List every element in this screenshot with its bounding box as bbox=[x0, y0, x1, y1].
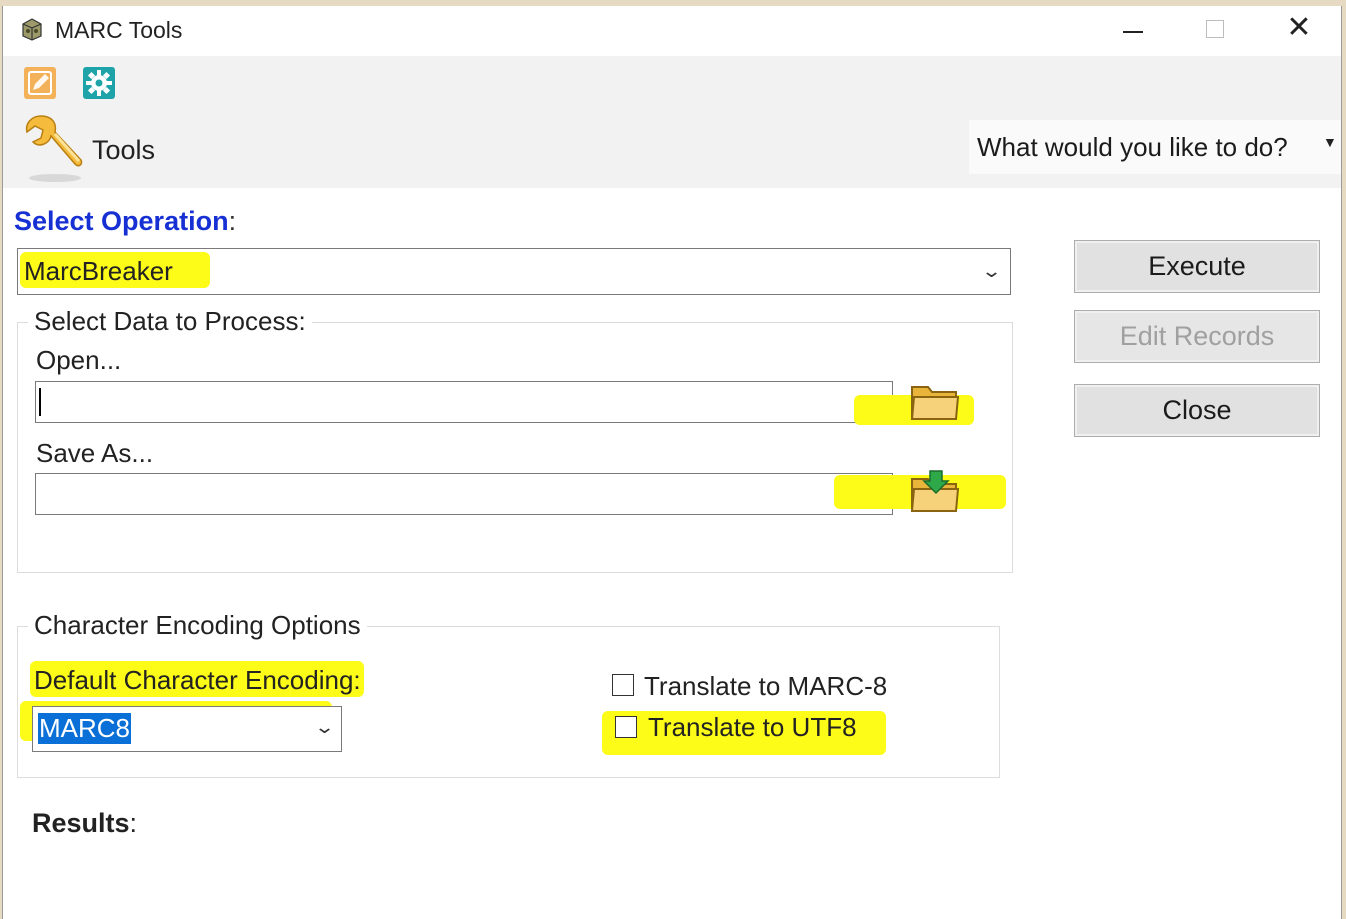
save-as-label: Save As... bbox=[36, 438, 154, 468]
save-as-input[interactable] bbox=[35, 473, 893, 515]
minimize-button[interactable] bbox=[1103, 6, 1163, 52]
close-icon: ✕ bbox=[1286, 11, 1312, 44]
ribbon: Tools What would you like to do? ▼ bbox=[3, 56, 1341, 188]
window-title: MARC Tools bbox=[55, 17, 183, 43]
open-label: Open... bbox=[36, 345, 122, 375]
operation-value: MarcBreaker bbox=[24, 256, 173, 286]
results-label: Results: bbox=[32, 808, 138, 838]
translate-marc8-checkbox[interactable] bbox=[612, 674, 634, 696]
translate-utf8-label[interactable]: Translate to UTF8 bbox=[648, 712, 857, 743]
gear-icon[interactable] bbox=[81, 65, 117, 101]
text-cursor bbox=[39, 388, 41, 416]
data-process-group: Select Data to Process: Open... Save As.… bbox=[17, 306, 1013, 573]
help-search-text: What would you like to do? bbox=[977, 132, 1288, 162]
encoding-group-title: Character Encoding Options bbox=[28, 610, 367, 641]
encoding-dropdown[interactable]: MARC8 ⌄ bbox=[32, 706, 342, 752]
chevron-down-icon: ⌄ bbox=[980, 261, 1003, 281]
ribbon-tools-label[interactable]: Tools bbox=[92, 135, 155, 166]
app-icon bbox=[22, 18, 42, 41]
data-process-title: Select Data to Process: bbox=[28, 306, 312, 337]
help-search-box[interactable]: What would you like to do? ▼ bbox=[969, 120, 1341, 174]
open-folder-icon[interactable] bbox=[908, 377, 964, 427]
open-file-input[interactable] bbox=[35, 381, 893, 423]
encoding-group: Character Encoding Options Default Chara… bbox=[17, 610, 1000, 778]
translate-utf8-checkbox[interactable] bbox=[615, 716, 637, 738]
edit-records-button[interactable]: Edit Records bbox=[1074, 310, 1320, 363]
encoding-value: MARC8 bbox=[38, 713, 132, 744]
edit-icon[interactable] bbox=[22, 65, 58, 101]
maximize-icon bbox=[1206, 20, 1224, 38]
default-encoding-label: Default Character Encoding: bbox=[34, 665, 361, 695]
operation-dropdown[interactable]: MarcBreaker ⌄ bbox=[17, 248, 1011, 295]
minimize-icon bbox=[1123, 31, 1143, 33]
chevron-down-icon: ⌄ bbox=[313, 717, 336, 737]
title-bar: MARC Tools ✕ bbox=[3, 6, 1341, 56]
close-window-button[interactable]: ✕ bbox=[1269, 6, 1329, 52]
save-folder-icon[interactable] bbox=[908, 469, 964, 519]
marc-tools-window: MARC Tools ✕ Tools What would you like t… bbox=[2, 6, 1342, 919]
select-operation-label: Select Operation: bbox=[14, 206, 237, 236]
execute-button[interactable]: Execute bbox=[1074, 240, 1320, 293]
translate-marc8-label[interactable]: Translate to MARC-8 bbox=[644, 671, 887, 702]
maximize-button[interactable] bbox=[1185, 6, 1245, 52]
dropdown-arrow-icon: ▼ bbox=[1323, 134, 1337, 150]
close-button[interactable]: Close bbox=[1074, 384, 1320, 437]
wrench-icon bbox=[25, 115, 83, 182]
